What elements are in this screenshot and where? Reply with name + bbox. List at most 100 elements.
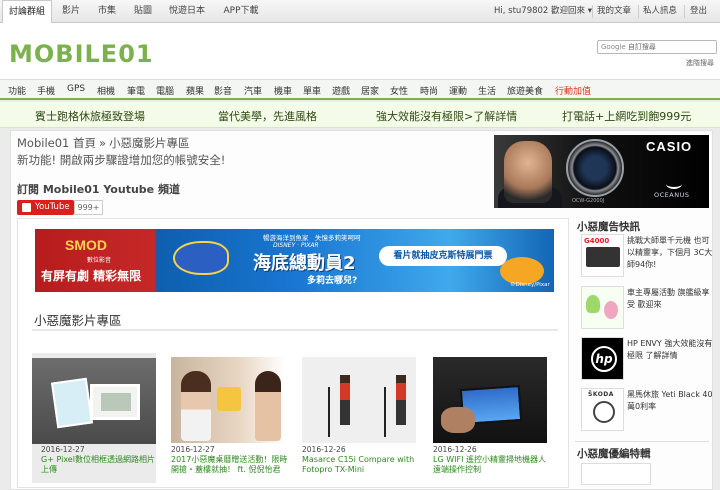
sidebar-title: 小惡魔告快訊: [577, 221, 640, 233]
banner-cta-button[interactable]: 看片就抽皮克斯特展門票: [379, 246, 507, 266]
nav-item[interactable]: 電腦: [156, 84, 174, 97]
sidebar-item[interactable]: ŠKODA 黑馬休旅 Yeti Black 40萬0利率: [581, 388, 713, 432]
sidebar-item-text[interactable]: 車主專屬活動 旗艦級享受 歡迎來: [627, 287, 713, 311]
nav-item[interactable]: 蘋果: [186, 84, 204, 97]
video-title[interactable]: G+ Pixel數位相框透過網路相片上傳: [41, 455, 159, 475]
special-feature-thumbnail[interactable]: [581, 463, 651, 485]
video-thumbnail[interactable]: [433, 357, 547, 443]
video-card[interactable]: 2016-12-26 LG WIFI 遙控小精靈掃地機器人遠端操作控制: [433, 353, 557, 483]
movie-title: 海底總動員2: [253, 253, 356, 274]
nav-item[interactable]: 單車: [303, 84, 321, 97]
nav-item[interactable]: 旅遊美食: [507, 84, 543, 97]
youtube-label: YouTube: [35, 202, 70, 212]
search-input[interactable]: Google 自訂搜尋: [597, 40, 717, 54]
breadcrumb-current[interactable]: 小惡魔影片專區: [109, 136, 190, 150]
breadcrumb-separator: »: [99, 136, 107, 150]
nav-item[interactable]: 女性: [390, 84, 408, 97]
promo-link[interactable]: 強大效能沒有極限>了解詳情: [376, 108, 517, 124]
nav-item[interactable]: 時尚: [420, 84, 438, 97]
security-notice[interactable]: 新功能! 開啟兩步驟證增加您的帳號安全!: [17, 152, 225, 168]
nav-item[interactable]: GPS: [67, 84, 85, 94]
sidebar-item[interactable]: 車主專屬活動 旗艦級享受 歡迎來: [581, 286, 710, 330]
site-header: MOBILE01 Google 自訂搜尋 進階搜尋: [0, 23, 720, 79]
tab-app-download[interactable]: APP下載: [216, 0, 266, 23]
nav-item[interactable]: 筆電: [127, 84, 145, 97]
promo-link[interactable]: 賓士跑格休旅極致登場: [35, 108, 145, 124]
casio-brand: CASIO: [646, 139, 693, 154]
ad-model-face: [504, 141, 552, 203]
smod-sub: 數位影音: [87, 257, 112, 264]
nav-item[interactable]: 機車: [274, 84, 292, 97]
nav-item[interactable]: 手機: [37, 84, 55, 97]
nav-item[interactable]: 運動: [449, 84, 467, 97]
nav-item[interactable]: 遊戲: [332, 84, 350, 97]
video-thumbnail[interactable]: [32, 358, 156, 444]
section-title: 小惡魔影片專區: [34, 313, 122, 328]
sidebar-title-special: 小惡魔優編特輯: [577, 448, 651, 460]
sidebar-item[interactable]: hp HP ENVY 強大效能沒有極限 了解詳情: [581, 337, 712, 381]
stickers-icon: [581, 286, 624, 329]
hand-image: [441, 407, 475, 433]
tab-japan-travel[interactable]: 悅遊日本: [162, 0, 212, 23]
breadcrumb-home[interactable]: Mobile01 首頁: [17, 136, 96, 150]
video-card[interactable]: 2016-12-27 2017小惡魔桌曆贈送活動！限時開搶・蓋樓就抽！ ft. …: [171, 353, 295, 483]
category-nav: 功能 手機 GPS 相機 筆電 電腦 蘋果 影音 汽車 機車 單車 遊戲 居家 …: [0, 79, 720, 100]
logout-link[interactable]: 登出: [690, 0, 707, 23]
video-thumbnail[interactable]: [171, 357, 285, 443]
tab-forum[interactable]: 討論群組: [2, 0, 52, 24]
casio-ad-banner[interactable]: OCW-G2000J CASIO OCEANUS: [494, 135, 709, 208]
video-thumbnail[interactable]: [302, 357, 416, 443]
tab-market[interactable]: 市集: [90, 0, 124, 23]
search-placeholder: 自訂搜尋: [627, 43, 656, 51]
divider: [638, 5, 639, 18]
subscriber-count: 999+: [74, 200, 103, 215]
watch-image: [566, 139, 624, 197]
video-card[interactable]: 2016-12-26 Masarce C15i Compare with Fot…: [302, 353, 426, 483]
person-image: [396, 375, 406, 425]
dory-ad-banner[interactable]: SMOD 數位影音 有屏有劇 精彩無限 暢游海洋到魚家 失憶多莉笑呵呵 DISN…: [35, 229, 554, 292]
nav-item[interactable]: 生活: [478, 84, 496, 97]
sidebar-item-text[interactable]: 黑馬休旅 Yeti Black 40萬0利率: [627, 389, 713, 413]
video-title[interactable]: Masarce C15i Compare with Fotopro TX-Min…: [302, 455, 420, 475]
my-posts-link[interactable]: 我的文章: [597, 0, 631, 23]
nav-item[interactable]: 相機: [97, 84, 115, 97]
smod-logo: SMOD: [65, 237, 107, 253]
mobile01-logo[interactable]: MOBILE01: [9, 37, 169, 69]
youtube-subscribe-button[interactable]: YouTube: [17, 200, 74, 215]
sidebar-item-text[interactable]: HP ENVY 強大效能沒有極限 了解詳情: [627, 338, 713, 362]
sidebar-divider: [575, 441, 709, 442]
copyright-label: ©Disney/Pixar: [510, 282, 550, 288]
nav-item[interactable]: 汽車: [244, 84, 262, 97]
sidebar-item[interactable]: G4000 挑戰大師單千元機 也可以精靈享，下個月 3C大師94你!: [581, 234, 712, 278]
video-date: 2016-12-27: [41, 445, 85, 454]
tab-stickers[interactable]: 貼圖: [128, 0, 158, 23]
nav-item[interactable]: 影音: [214, 84, 232, 97]
private-messages-link[interactable]: 私人訊息: [643, 0, 677, 23]
video-card[interactable]: 2016-12-27 G+ Pixel數位相框透過網路相片上傳: [32, 353, 156, 483]
sidebar-item-text[interactable]: 挑戰大師單千元機 也可以精靈享，下個月 3C大師94你!: [627, 235, 713, 271]
movie-subtitle: 多莉去哪兒?: [307, 276, 358, 286]
fish-image: [173, 241, 229, 275]
photo-frame-image: [90, 384, 140, 420]
advanced-search-link[interactable]: 進階搜尋: [686, 58, 714, 68]
nav-item[interactable]: 居家: [361, 84, 379, 97]
person-image: [181, 371, 211, 441]
user-greeting[interactable]: Hi, stu79802 歡迎回來 ▾: [494, 0, 592, 23]
banner-tagline: 暢游海洋到魚家 失憶多莉笑呵呵: [263, 234, 361, 242]
skoda-logo-icon: ŠKODA: [581, 388, 624, 431]
promo-link[interactable]: 打電話+上網吃到飽999元: [562, 108, 691, 124]
nav-item-mobile-value-added[interactable]: 行動加值: [555, 84, 591, 97]
nav-item[interactable]: 功能: [8, 84, 26, 97]
divider: [592, 5, 593, 18]
google-label: Google: [601, 43, 626, 51]
greeting-text: Hi, stu79802 歡迎回來: [494, 6, 586, 16]
tab-video[interactable]: 影片: [56, 0, 86, 23]
video-title[interactable]: LG WIFI 遙控小精靈掃地機器人遠端操作控制: [433, 455, 551, 475]
person-image: [255, 371, 281, 441]
video-title[interactable]: 2017小惡魔桌曆贈送活動！限時開搶・蓋樓就抽！ ft. 倪倪怡君: [171, 455, 289, 475]
photo-frame-image: [50, 377, 94, 429]
promo-link[interactable]: 當代美學，先進風格: [218, 108, 317, 124]
promo-bar: 賓士跑格休旅極致登場 當代美學，先進風格 強大效能沒有極限>了解詳情 打電話+上…: [0, 102, 720, 128]
fish-image: [500, 257, 544, 285]
printer-icon: G4000: [581, 234, 624, 277]
